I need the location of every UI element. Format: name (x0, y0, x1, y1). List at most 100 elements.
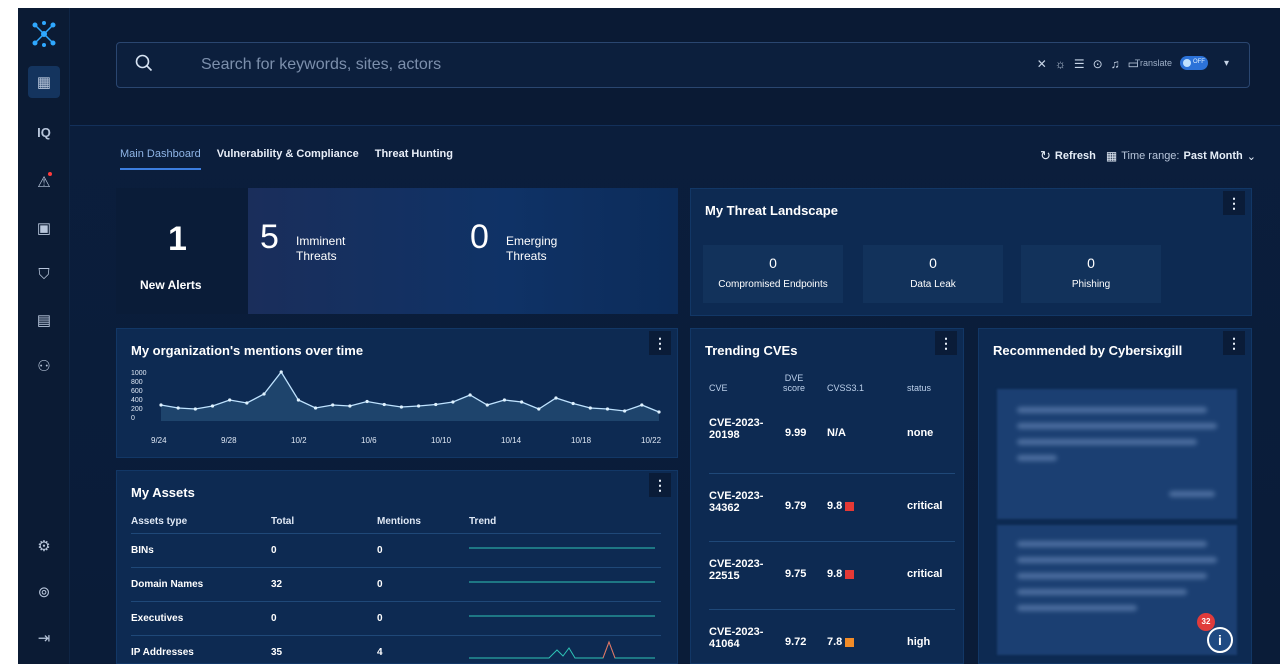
data-point[interactable] (228, 398, 232, 402)
translate-label: Translate (1134, 58, 1172, 68)
imminent-threats-count[interactable]: 5 (260, 218, 279, 257)
col-mentions: Mentions (377, 516, 421, 528)
table-row[interactable]: Domain Names 32 0 (131, 566, 661, 601)
data-point[interactable] (657, 410, 661, 414)
data-point[interactable] (176, 406, 180, 410)
data-point[interactable] (193, 407, 197, 411)
iq-icon[interactable]: IQ (28, 116, 60, 148)
data-point[interactable] (348, 404, 352, 408)
data-point[interactable] (365, 399, 369, 404)
data-point[interactable] (468, 393, 472, 397)
table-row[interactable]: Executives 0 0 (131, 600, 661, 635)
x-tick-label: 10/22 (641, 436, 662, 445)
new-alerts-card[interactable]: 1 New Alerts (116, 188, 236, 314)
more-menu-icon[interactable]: ⋮ (1223, 331, 1245, 355)
emerging-threats-count[interactable]: 0 (470, 218, 489, 257)
data-point[interactable] (210, 404, 215, 408)
panel-title: Trending CVEs (705, 343, 798, 358)
recommended-panel: Recommended by Cybersixgill ⋮ 32 i (978, 328, 1252, 664)
reports-icon[interactable]: ▤ (28, 304, 60, 336)
translate-control[interactable]: Translate OFF ▾ (1135, 56, 1229, 70)
data-point[interactable] (623, 409, 627, 413)
info-icon[interactable]: i (1207, 627, 1233, 653)
recommended-article-card[interactable] (997, 389, 1237, 519)
more-menu-icon[interactable]: ⋮ (649, 331, 671, 355)
alerts-icon[interactable]: ⚠ (28, 166, 60, 198)
search-tools: ✕ ☼ ☰ ⊙ ♫ ▭ (1037, 57, 1139, 71)
tile-compromised-endpoints[interactable]: 0 Compromised Endpoints (703, 245, 843, 303)
tile-phishing[interactable]: 0 Phishing (1021, 245, 1161, 303)
app-logo-icon[interactable] (28, 18, 60, 50)
tab-threat-hunting[interactable]: Threat Hunting (375, 148, 453, 170)
data-point[interactable] (331, 403, 335, 407)
clear-icon[interactable]: ✕ (1037, 57, 1047, 71)
users-icon[interactable]: ⚇ (28, 350, 60, 382)
x-tick-label: 10/18 (571, 436, 592, 445)
data-point[interactable] (605, 407, 610, 411)
cve-row[interactable]: CVE-2023-34362 9.79 9.8 critical (709, 473, 955, 541)
emerging-threats-label: Emerging Threats (506, 234, 558, 263)
data-point[interactable] (588, 406, 592, 410)
shield-icon[interactable]: ⛉ (28, 258, 60, 290)
data-point[interactable] (262, 392, 266, 396)
data-point[interactable] (485, 403, 489, 407)
idea-icon[interactable]: ☼ (1055, 57, 1066, 71)
data-point[interactable] (434, 402, 438, 407)
investigation-icon[interactable]: ▣ (28, 212, 60, 244)
data-point[interactable] (520, 400, 524, 404)
help-icon[interactable]: ⊙ (1093, 57, 1103, 71)
data-point[interactable] (451, 400, 455, 404)
table-row[interactable]: BINs 0 0 (131, 532, 661, 567)
more-menu-icon[interactable]: ⋮ (649, 473, 671, 497)
data-point[interactable] (502, 398, 507, 402)
chevron-down-icon[interactable]: ▾ (1224, 58, 1229, 69)
mentions-line-chart[interactable]: 1000 800 600 400 200 0 9/24 9/28 10/2 10/6 10/10 10… (117, 361, 678, 458)
bell-icon[interactable]: ♫ (1111, 57, 1120, 71)
x-tick-label: 9/24 (151, 436, 167, 445)
data-point[interactable] (416, 404, 421, 408)
chart-area-fill (161, 372, 659, 421)
refresh-button[interactable]: ↻ Refresh (1040, 148, 1096, 164)
search-placeholder[interactable]: Search for keywords, sites, actors (201, 56, 441, 74)
settings-gear-icon[interactable]: ⚙ (28, 530, 60, 562)
more-menu-icon[interactable]: ⋮ (935, 331, 957, 355)
tab-main-dashboard[interactable]: Main Dashboard (120, 148, 201, 170)
filter-icon[interactable]: ☰ (1074, 57, 1085, 71)
more-menu-icon[interactable]: ⋮ (1223, 191, 1245, 215)
col-assets-type: Assets type (131, 516, 188, 528)
trending-cves-panel: Trending CVEs ⋮ CVE DVE score CVSS3.1 st… (690, 328, 964, 664)
data-point[interactable] (159, 403, 163, 407)
mentions-chart-panel: My organization's mentions over time ⋮ 1… (116, 328, 678, 458)
data-point[interactable] (382, 402, 386, 407)
dashboard-actions: ↻ Refresh ▦ Time range: Past Month ⌄ (1040, 148, 1256, 164)
data-point[interactable] (554, 396, 558, 400)
main-content: Search for keywords, sites, actors ✕ ☼ ☰… (70, 8, 1280, 664)
cve-row[interactable]: CVE-2023-22515 9.75 9.8 critical (709, 541, 955, 609)
dashboard-icon[interactable]: ▦ (28, 66, 60, 98)
data-point[interactable] (571, 401, 575, 406)
alerts-summary-panel: 1 New Alerts 5 Imminent Threats 0 Emergi… (116, 188, 678, 314)
data-point[interactable] (640, 403, 644, 407)
search-bar[interactable]: Search for keywords, sites, actors ✕ ☼ ☰… (116, 42, 1250, 88)
app-window: ▦ IQ ⚠ ▣ ⛉ ▤ ⚇ ⚙ ⊚ ⇥ Search for keywords… (18, 8, 1280, 664)
cve-row[interactable]: CVE-2023-41064 9.72 7.8 high (709, 609, 955, 663)
support-icon[interactable]: ⊚ (28, 576, 60, 608)
recommended-article-card[interactable] (997, 525, 1237, 655)
data-point[interactable] (296, 398, 300, 402)
time-range-dropdown[interactable]: ▦ Time range: Past Month ⌄ (1106, 149, 1256, 163)
x-tick-label: 10/10 (431, 436, 452, 445)
data-point[interactable] (399, 405, 404, 409)
data-point[interactable] (313, 406, 318, 410)
tile-data-leak[interactable]: 0 Data Leak (863, 245, 1003, 303)
data-point[interactable] (537, 407, 541, 411)
table-row[interactable]: IP Addresses 35 4 (131, 634, 661, 663)
col-trend: Trend (469, 516, 497, 528)
tab-vulnerability-compliance[interactable]: Vulnerability & Compliance (217, 148, 359, 170)
translate-toggle[interactable]: OFF (1179, 56, 1208, 70)
data-point[interactable] (279, 370, 283, 374)
assets-panel: My Assets ⋮ Assets type Total Mentions T… (116, 470, 678, 664)
cve-row[interactable]: CVE-2023-20198 9.99 N/A none (709, 405, 955, 473)
data-point[interactable] (245, 401, 249, 405)
logout-icon[interactable]: ⇥ (28, 622, 60, 654)
chevron-down-icon: ⌄ (1246, 150, 1256, 163)
